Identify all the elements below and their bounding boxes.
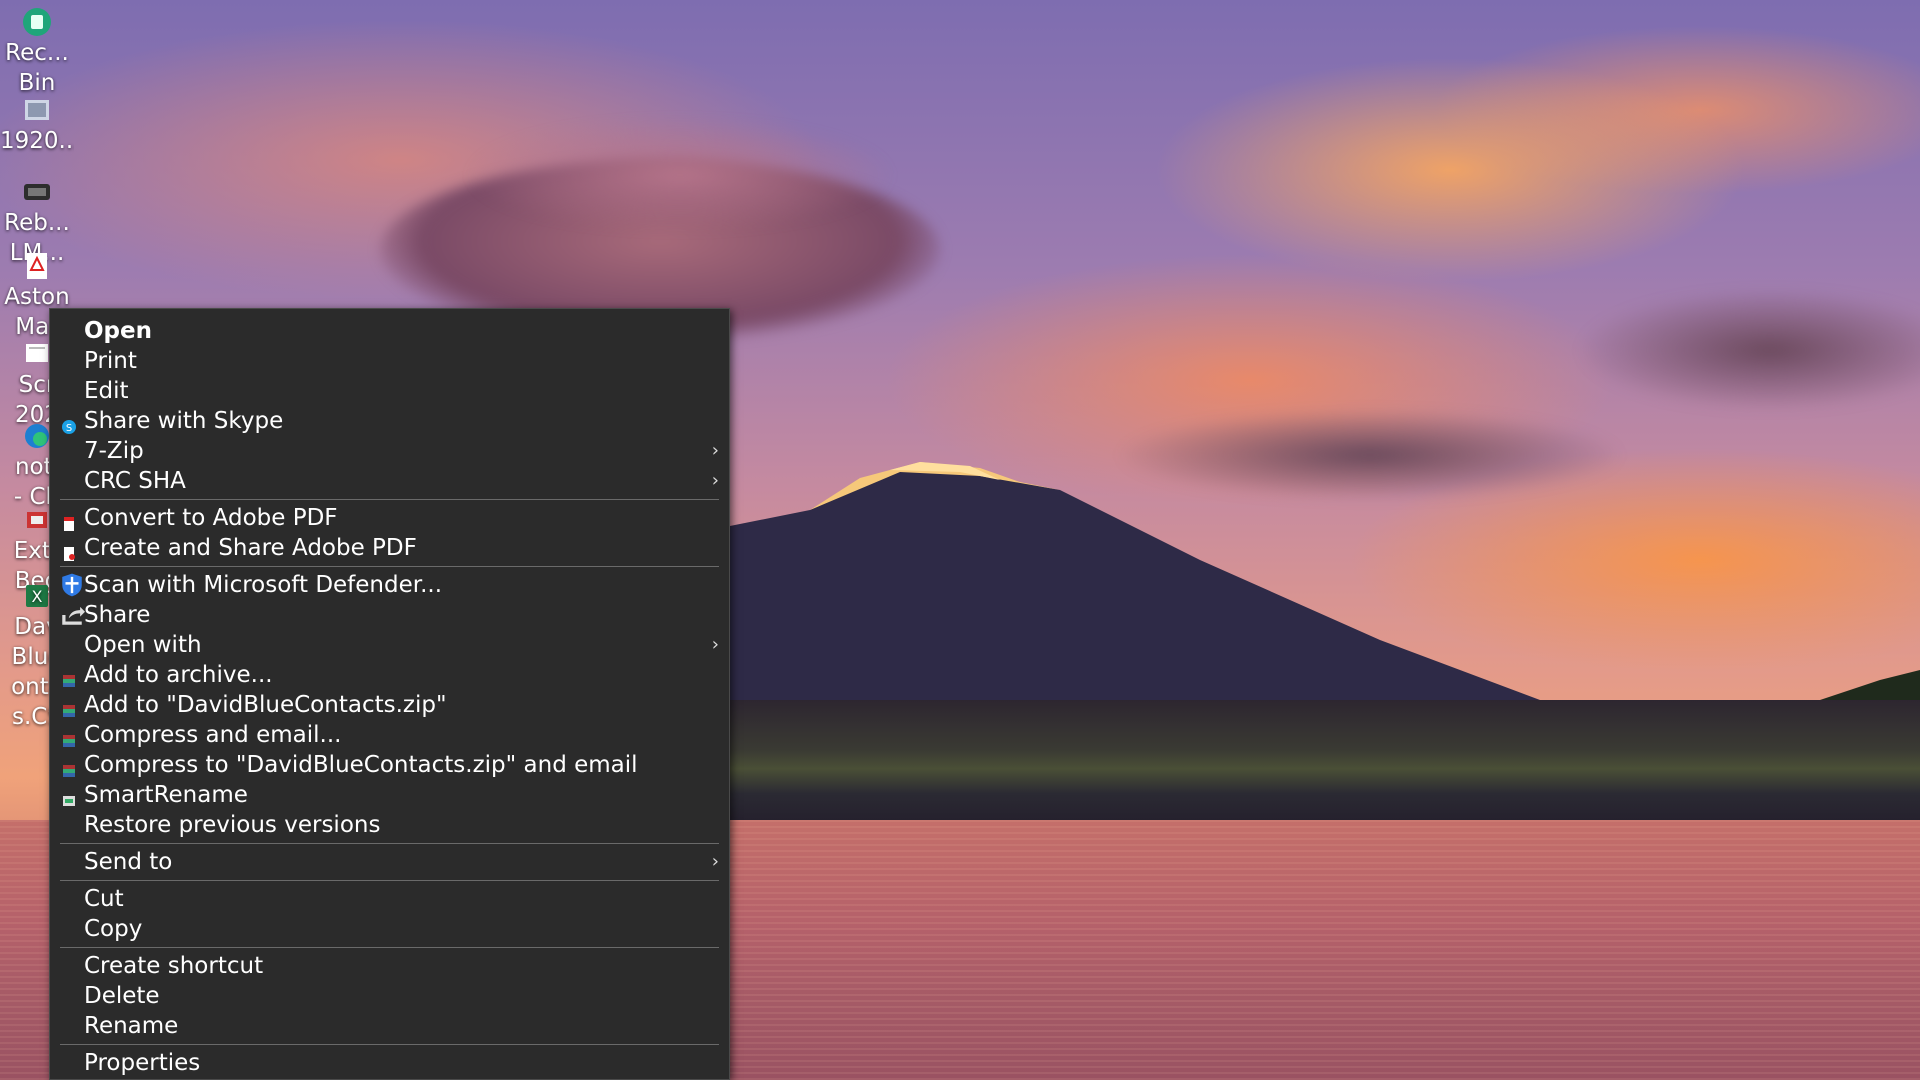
menu-separator xyxy=(60,880,719,881)
chevron-right-icon: › xyxy=(711,440,719,461)
winrar-icon xyxy=(61,757,77,777)
menu-item-edit[interactable]: Edit xyxy=(50,376,729,406)
menu-item-label: Convert to Adobe PDF xyxy=(84,505,338,531)
menu-item-restore-previous-versions[interactable]: Restore previous versions xyxy=(50,810,729,840)
menu-item-print[interactable]: Print xyxy=(50,346,729,376)
menu-item-compress-and-email[interactable]: Compress and email... xyxy=(50,720,729,750)
menu-separator xyxy=(60,566,719,567)
menu-item-create-and-share-adobe-pdf[interactable]: Create and Share Adobe PDF xyxy=(50,533,729,563)
menu-item-compress-to-davidbluecontacts-zip-and-email[interactable]: Compress to "DavidBlueContacts.zip" and … xyxy=(50,750,729,780)
share-icon xyxy=(59,602,85,628)
menu-item-add-to-archive[interactable]: Add to archive... xyxy=(50,660,729,690)
menu-item-label: Compress to "DavidBlueContacts.zip" and … xyxy=(84,752,638,778)
menu-item-label: Properties xyxy=(84,1050,201,1076)
image-file-icon xyxy=(21,94,53,126)
desktop-icon[interactable]: Rec... Bin xyxy=(0,6,74,98)
adobe-pdf-share-icon xyxy=(61,540,77,561)
menu-item-label: Open with xyxy=(84,632,202,658)
menu-item-label: Delete xyxy=(84,983,160,1009)
menu-item-delete[interactable]: Delete xyxy=(50,981,729,1011)
menu-item-convert-to-adobe-pdf[interactable]: Convert to Adobe PDF xyxy=(50,503,729,533)
winrar-icon xyxy=(61,727,77,747)
svg-text:X: X xyxy=(32,587,43,606)
pdf-file-icon xyxy=(21,250,53,282)
menu-item-cut[interactable]: Cut xyxy=(50,884,729,914)
mount-fuji xyxy=(560,462,1920,760)
menu-item-label: Scan with Microsoft Defender... xyxy=(84,572,443,598)
menu-item-label: Copy xyxy=(84,916,143,942)
menu-item-label: Send to xyxy=(84,849,173,875)
menu-item-label: 7-Zip xyxy=(84,438,144,464)
menu-item-label: Cut xyxy=(84,886,124,912)
menu-item-label: Add to archive... xyxy=(84,662,273,688)
context-menu: Open Print Edit S Share with Skype 7-Zip › CRC … xyxy=(49,308,730,1080)
menu-item-add-to-davidbluecontacts-zip[interactable]: Add to "DavidBlueContacts.zip" xyxy=(50,690,729,720)
menu-item-label: Share with Skype xyxy=(84,408,284,434)
chevron-right-icon: › xyxy=(711,634,719,655)
menu-item-copy[interactable]: Copy xyxy=(50,914,729,944)
menu-separator xyxy=(60,843,719,844)
menu-item-share[interactable]: Share xyxy=(50,600,729,630)
menu-item-crc-sha[interactable]: CRC SHA › xyxy=(50,466,729,496)
desktop-icon-label: Rec... Bin xyxy=(5,40,69,96)
menu-item-label: Edit xyxy=(84,378,129,404)
menu-item-label: Share xyxy=(84,602,151,628)
recycle-bin-icon xyxy=(21,6,53,38)
menu-item-label: Add to "DavidBlueContacts.zip" xyxy=(84,692,447,718)
menu-item-create-shortcut[interactable]: Create shortcut xyxy=(50,951,729,981)
menu-item-label: SmartRename xyxy=(84,782,248,808)
menu-item-scan-with-microsoft-defender[interactable]: Scan with Microsoft Defender... xyxy=(50,570,729,600)
defender-shield-icon xyxy=(59,572,85,598)
desktop-icon-label: 1920... xyxy=(0,128,74,154)
menu-item-label: Compress and email... xyxy=(84,722,342,748)
menu-separator xyxy=(60,1044,719,1045)
menu-separator xyxy=(60,499,719,500)
menu-item-label: Print xyxy=(84,348,137,374)
chevron-right-icon: › xyxy=(711,470,719,491)
adobe-pdf-icon xyxy=(61,510,77,531)
chevron-right-icon: › xyxy=(711,851,719,872)
desktop-icon[interactable]: 1920... xyxy=(0,94,74,156)
menu-item-open[interactable]: Open xyxy=(50,316,729,346)
rebate-file-icon xyxy=(21,176,53,208)
menu-item-label: Rename xyxy=(84,1013,179,1039)
menu-item-open-with[interactable]: Open with › xyxy=(50,630,729,660)
lake-shore xyxy=(560,700,1920,825)
winrar-icon xyxy=(61,697,77,717)
menu-item-label: CRC SHA xyxy=(84,468,186,494)
svg-text:S: S xyxy=(66,423,72,434)
menu-item-label: Restore previous versions xyxy=(84,812,381,838)
menu-item-send-to[interactable]: Send to › xyxy=(50,847,729,877)
winrar-icon xyxy=(61,667,77,687)
menu-item-share-with-skype[interactable]: S Share with Skype xyxy=(50,406,729,436)
menu-item-properties[interactable]: Properties xyxy=(50,1048,729,1078)
menu-item-7-zip[interactable]: 7-Zip › xyxy=(50,436,729,466)
menu-item-rename[interactable]: Rename xyxy=(50,1011,729,1041)
menu-item-smartrename[interactable]: SmartRename xyxy=(50,780,729,810)
smartrename-icon xyxy=(61,787,77,806)
skype-icon: S xyxy=(61,413,77,434)
menu-item-label: Create and Share Adobe PDF xyxy=(84,535,417,561)
menu-item-label: Create shortcut xyxy=(84,953,264,979)
menu-separator xyxy=(60,947,719,948)
menu-item-label: Open xyxy=(84,318,152,344)
